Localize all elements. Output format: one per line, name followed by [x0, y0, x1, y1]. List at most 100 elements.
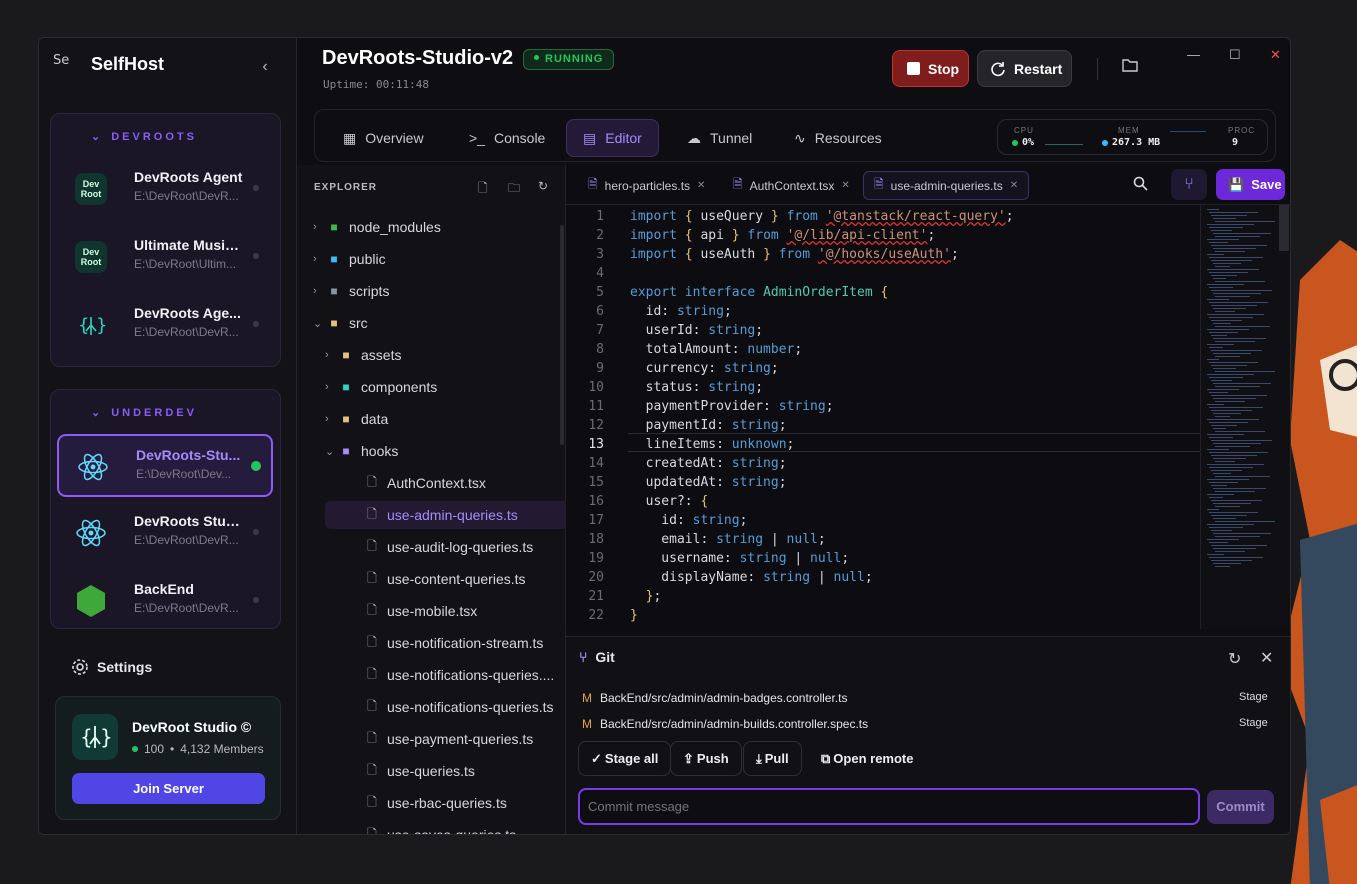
minimap-scroll-thumb[interactable]: [1279, 205, 1289, 251]
minimap-line: [1211, 395, 1267, 396]
editor-tab-active[interactable]: 🗎 use-admin-queries.ts ✕: [863, 171, 1030, 200]
refresh-icon[interactable]: ↻: [1228, 649, 1241, 669]
mem-value: 267.3 MB: [1102, 137, 1160, 148]
code-area[interactable]: 1 import { useQuery } from '@tanstack/rea…: [566, 205, 1200, 629]
stage-button[interactable]: Stage: [1239, 691, 1268, 703]
line-number: 5: [596, 285, 604, 300]
tree-folder-item[interactable]: › ■ scripts: [301, 277, 389, 305]
minimap-line: [1215, 431, 1265, 432]
tree-file-item[interactable]: 🗋 use-rbac-queries.ts: [325, 789, 507, 817]
stage-all-button[interactable]: ✓ Stage all: [578, 741, 672, 776]
chevron-down-icon: ⌄: [91, 131, 104, 143]
folder-icon: ■: [342, 348, 350, 362]
save-button[interactable]: 💾 Save: [1216, 169, 1285, 200]
minimap-line: [1209, 407, 1263, 408]
minimap-line: [1215, 401, 1245, 402]
minimize-icon[interactable]: —: [1187, 47, 1200, 62]
tree-file-item[interactable]: 🗋 use-content-queries.ts: [325, 565, 525, 593]
close-icon[interactable]: ✕: [841, 180, 849, 191]
search-icon[interactable]: [1133, 176, 1148, 196]
new-folder-icon[interactable]: 🗀: [508, 179, 520, 200]
minimap-line: [1207, 554, 1224, 555]
join-server-button[interactable]: Join Server: [72, 773, 265, 804]
code-line: email: string | null;: [630, 532, 826, 547]
refresh-icon[interactable]: ↻: [538, 179, 548, 193]
file-icon: 🗋: [367, 634, 377, 649]
tree-file-item[interactable]: 🗋 use-payment-queries.ts: [325, 725, 533, 753]
project-item[interactable]: Dev Root Ultimate Music... E:\DevRoot\Ult…: [57, 226, 273, 289]
tree-folder-item[interactable]: › ■ node_modules: [301, 213, 441, 241]
restart-button[interactable]: Restart: [977, 50, 1072, 87]
minimap-line: [1209, 332, 1238, 333]
tree-folder-item[interactable]: › ■ public: [301, 245, 386, 273]
minimap-line: [1213, 488, 1266, 489]
close-window-icon[interactable]: ✕: [1270, 47, 1281, 63]
close-icon[interactable]: ✕: [697, 180, 705, 191]
minimap-line: [1209, 242, 1228, 243]
tree-folder-item[interactable]: ⌄ ■ hooks: [313, 437, 398, 465]
code-line: }: [630, 608, 638, 623]
pull-button[interactable]: ⤓ Pull: [743, 741, 802, 776]
chevron-down-icon: ⌄: [325, 445, 335, 458]
stop-button[interactable]: Stop: [892, 50, 969, 87]
tab-console[interactable]: >_ Console: [453, 119, 561, 157]
open-folder-icon[interactable]: [1122, 58, 1138, 77]
project-item[interactable]: BackEnd E:\DevRoot\DevR...: [57, 570, 273, 633]
new-file-icon[interactable]: 🗋: [478, 179, 488, 200]
tree-file-item[interactable]: 🗋 use-mobile.tsx: [325, 597, 477, 625]
git-branch-icon[interactable]: ⑂: [1171, 169, 1207, 200]
file-icon: 🗋: [367, 826, 377, 835]
group-header[interactable]: ⌄ UNDERDEV: [91, 406, 197, 419]
tree-file-item[interactable]: 🗋 use-notifications-queries....: [325, 661, 554, 689]
project-item-active[interactable]: DevRoots-Stu... E:\DevRoot\Dev...: [57, 434, 273, 497]
tree-file-item[interactable]: 🗋 use-notification-stream.ts: [325, 629, 543, 657]
tab-overview[interactable]: ▦ Overview: [327, 119, 440, 157]
tree-file-item[interactable]: 🗋 use-audit-log-queries.ts: [325, 533, 533, 561]
commit-button[interactable]: Commit: [1207, 790, 1274, 824]
stage-button[interactable]: Stage: [1239, 717, 1268, 729]
open-remote-button[interactable]: ⧉ Open remote: [809, 741, 925, 776]
line-number: 9: [596, 361, 604, 376]
tab-resources[interactable]: ∿ Resources: [778, 119, 898, 157]
commit-message-input[interactable]: [578, 788, 1200, 825]
group-header[interactable]: ⌄ DEVROOTS: [91, 130, 197, 143]
tree-folder-item[interactable]: › ■ components: [313, 373, 437, 401]
editor-tab[interactable]: 🗎 hero-particles.ts ✕: [578, 171, 715, 200]
editor-tab[interactable]: 🗎 AuthContext.tsx ✕: [723, 171, 860, 200]
tab-tunnel[interactable]: ☁ Tunnel: [671, 119, 768, 157]
minimap-line: [1211, 320, 1242, 321]
minimap-line: [1209, 257, 1263, 258]
tab-editor[interactable]: ▤ Editor: [566, 119, 659, 157]
tree-folder-item[interactable]: ⌄ ■ src: [301, 309, 368, 337]
settings-link[interactable]: Settings: [71, 658, 152, 676]
tree-file-item[interactable]: 🗋 use-queries.ts: [325, 757, 475, 785]
project-item[interactable]: {} DevRoots Age... E:\DevRoot\DevR...: [57, 294, 273, 357]
mem-value-text: 267.3 MB: [1112, 137, 1161, 148]
minimap-line: [1209, 212, 1258, 213]
collapse-sidebar-icon[interactable]: ‹: [255, 58, 275, 78]
tree-item-label: AuthContext.tsx: [387, 475, 486, 491]
tree-folder-item[interactable]: › ■ data: [313, 405, 388, 433]
tree-folder-item[interactable]: › ■ assets: [313, 341, 401, 369]
tree-file-item[interactable]: 🗋 use-admin-queries.ts: [325, 501, 579, 529]
minimap-line: [1211, 230, 1232, 231]
tree-item-label: use-notifications-queries.ts: [387, 699, 554, 715]
close-icon[interactable]: ✕: [1010, 180, 1018, 191]
tree-file-item[interactable]: 🗋 use-saves-queries.ts: [325, 821, 516, 835]
tree-file-item[interactable]: 🗋 AuthContext.tsx: [325, 469, 486, 497]
project-item[interactable]: Dev Root DevRoots Agent E:\DevRoot\DevR..…: [57, 158, 273, 221]
minimap-line: [1213, 548, 1256, 549]
minimap[interactable]: [1200, 205, 1290, 629]
file-icon: 🗋: [367, 602, 377, 617]
grid-icon: ▦: [343, 129, 357, 146]
code-line: lineItems: unknown;: [630, 437, 795, 452]
close-icon[interactable]: ✕: [1260, 648, 1273, 668]
line-number: 8: [596, 342, 604, 357]
minimap-line: [1215, 356, 1240, 357]
maximize-icon[interactable]: ☐: [1229, 47, 1241, 63]
project-item[interactable]: DevRoots Stud... E:\DevRoot\DevR...: [57, 502, 273, 565]
tree-file-item[interactable]: 🗋 use-notifications-queries.ts: [325, 693, 554, 721]
folder-icon: ■: [342, 412, 350, 426]
push-button[interactable]: ⇪ Push: [670, 741, 742, 776]
scrollbar[interactable]: [560, 225, 564, 445]
